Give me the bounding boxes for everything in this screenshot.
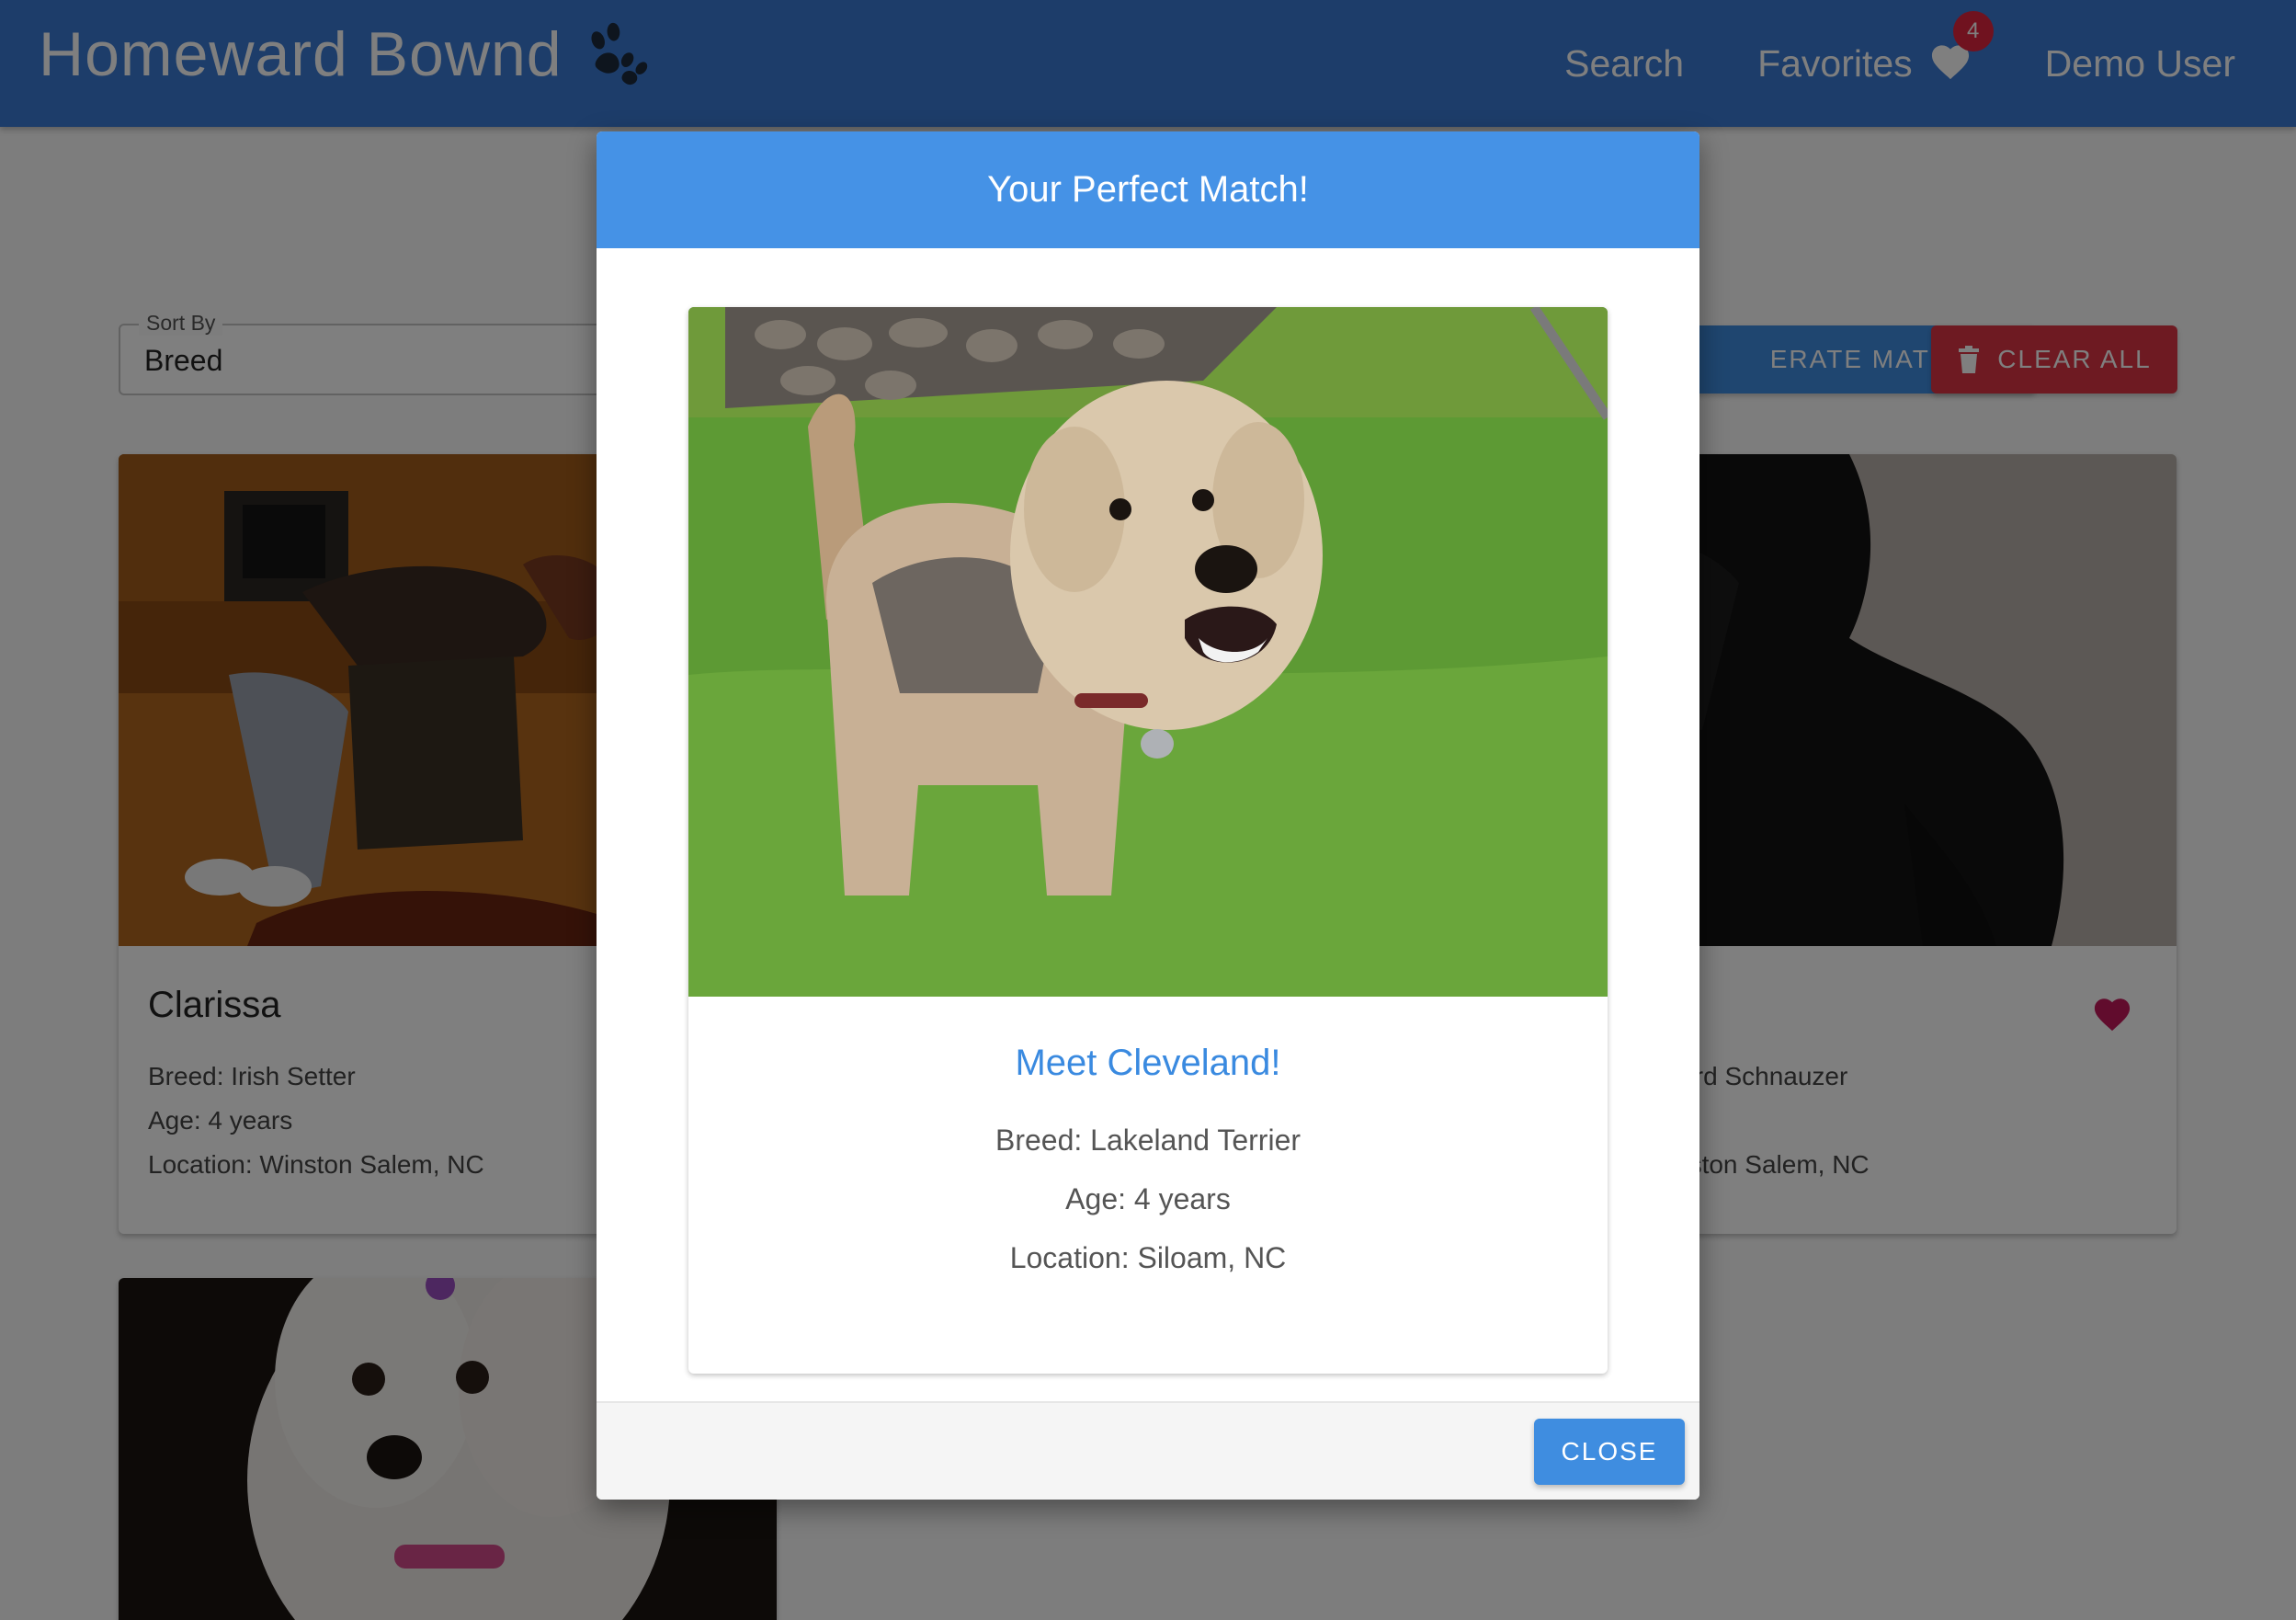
match-modal: Your Perfect Match! Meet Cleveland! Bree… <box>597 131 1699 1500</box>
match-title: Meet Cleveland! <box>1015 1043 1281 1083</box>
modal-footer: CLOSE <box>597 1401 1699 1500</box>
match-breed: Breed: Lakeland Terrier <box>995 1124 1301 1157</box>
close-button[interactable]: CLOSE <box>1534 1419 1685 1485</box>
match-age: Age: 4 years <box>1065 1182 1231 1215</box>
page: Homeward Bownd Search Favorites <box>0 0 2296 1620</box>
match-card: Meet Cleveland! Breed: Lakeland Terrier … <box>688 307 1608 1374</box>
close-button-label: CLOSE <box>1561 1437 1658 1466</box>
modal-header: Your Perfect Match! <box>597 131 1699 248</box>
modal-title: Your Perfect Match! <box>987 169 1309 210</box>
match-dog-photo <box>688 307 1608 997</box>
match-location: Location: Siloam, NC <box>1009 1241 1287 1274</box>
